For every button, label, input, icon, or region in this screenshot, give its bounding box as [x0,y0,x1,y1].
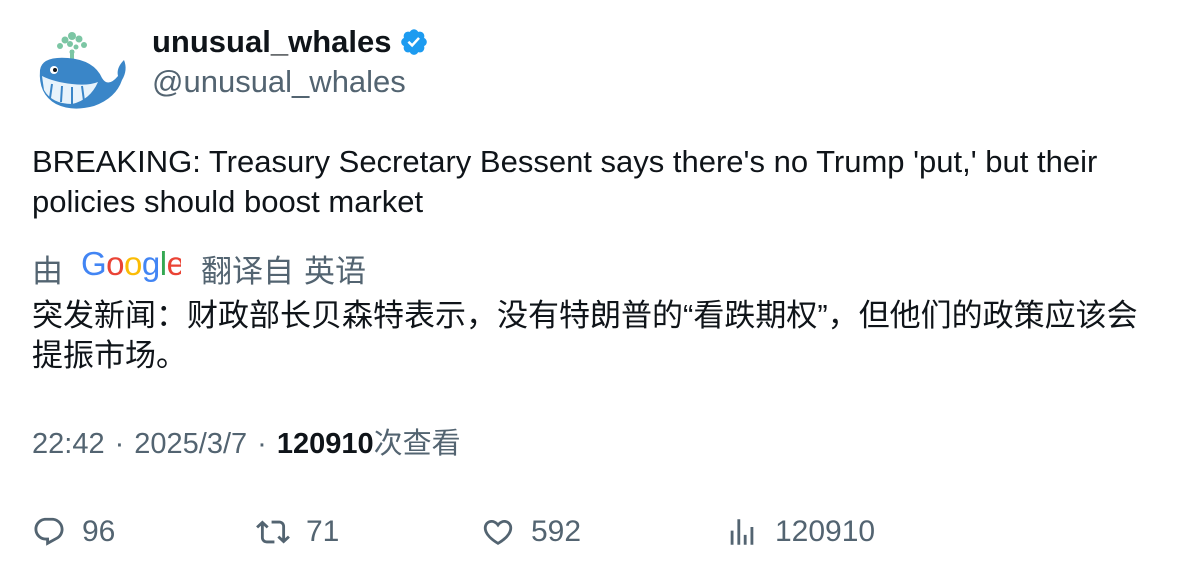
author-names: unusual_whales @unusual_whales [152,22,429,102]
heart-icon [483,519,513,545]
retweet-count: 71 [306,515,340,548]
translation-prefix: 由 [32,253,63,289]
reply-count: 96 [82,515,116,548]
translation-suffix: 翻译自 [201,253,294,289]
tweet-actions: 96 71 592 120910 [32,510,1172,554]
views-count: 120910 [276,428,374,460]
tweet-date[interactable]: 2025/3/7 [134,424,247,464]
reply-button[interactable]: 96 [32,510,115,554]
translated-text: 突发新闻：财政部长贝森特表示，没有特朗普的“看跌期权”，但他们的政策应该会提振市… [32,298,1138,373]
svg-text:Google: Google [81,245,181,282]
views-button[interactable]: 120910 [725,510,875,554]
display-name-text[interactable]: unusual_whales [152,22,391,62]
views-label: 次查看 [373,428,461,460]
retweet-icon [256,520,290,544]
like-count: 592 [531,515,582,548]
verified-badge-icon[interactable] [399,27,429,57]
retweet-button[interactable]: 71 [256,510,339,554]
meta-separator: · [114,428,125,460]
tweet-time[interactable]: 22:42 [32,424,105,464]
author-handle[interactable]: @unusual_whales [152,62,429,102]
tweet-text: BREAKING: Treasury Secretary Bessent say… [32,144,1098,219]
like-button[interactable]: 592 [481,510,581,554]
analytics-icon [730,519,754,545]
meta-separator-2: · [257,428,267,460]
views-action-count: 120910 [775,515,876,548]
google-logo-icon: Google [81,244,185,292]
reply-icon [34,517,64,546]
author-display-name[interactable]: unusual_whales [152,22,429,62]
translation-source-language: 英语 [304,253,366,289]
tweet-meta: 22:42 · 2025/3/7 · 120910 次查看 [32,424,461,464]
tweet-header: unusual_whales @unusual_whales [32,22,632,112]
translation-attribution[interactable]: 由 Google 翻译自 英语 [32,245,366,289]
whale-avatar-icon[interactable] [32,26,128,114]
